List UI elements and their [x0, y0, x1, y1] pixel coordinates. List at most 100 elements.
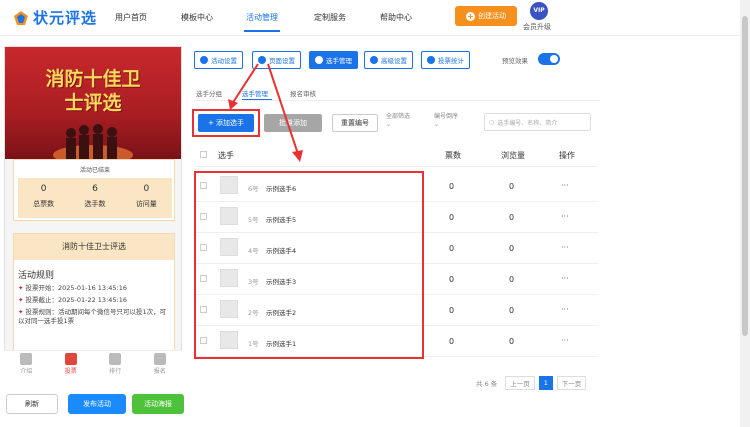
subtab-review[interactable]: 报名审核 [290, 88, 316, 98]
stat-visits: 0 访问量 [121, 178, 172, 218]
candidate-views: 0 [509, 244, 515, 253]
plus-icon: + [466, 11, 475, 21]
tab-intro[interactable]: 介绍 [4, 351, 49, 376]
tab-label: 报名 [153, 368, 166, 375]
publish-button[interactable]: 发布活动 [68, 394, 126, 414]
candidate-management-button[interactable]: 选手管理 [309, 51, 358, 69]
more-icon[interactable]: ··· [561, 181, 569, 190]
add-candidate-button[interactable]: + 添加选手 [198, 114, 254, 132]
reset-number-button[interactable]: 重置编号 [332, 114, 378, 132]
nav-item-templates[interactable]: 模板中心 [181, 12, 213, 23]
search-icon: ○ [489, 118, 495, 126]
nav-item-home[interactable]: 用户首页 [115, 12, 147, 23]
toolbar-label: 选手管理 [326, 57, 352, 65]
stats-row: 0 总票数 6 选手数 0 访问量 [18, 178, 172, 218]
nav-item-custom-service[interactable]: 定制服务 [314, 12, 346, 23]
firefighters-illustration [53, 124, 133, 159]
activity-status: 活动已结束 [79, 167, 110, 174]
next-page-button[interactable]: 下一页 [556, 376, 587, 390]
more-icon[interactable]: ··· [561, 212, 569, 221]
scrollbar-thumb[interactable] [742, 16, 748, 336]
star-icon: ✦ [18, 308, 24, 316]
candidate-votes: 0 [449, 213, 455, 222]
logo[interactable]: 状元评选 [12, 7, 97, 28]
create-activity-button[interactable]: + 创建活动 [455, 6, 517, 26]
banner-title: 消防十佳卫 士评选 [5, 67, 181, 115]
tab-signup[interactable]: 报名 [138, 351, 183, 376]
candidate-views: 0 [509, 213, 515, 222]
advanced-settings-button[interactable]: 高级设置 [364, 51, 413, 69]
intro-icon [20, 353, 33, 365]
filter-dropdown[interactable]: 全部筛选 ⌄ [386, 113, 410, 129]
toolbar-label: 活动设置 [211, 57, 237, 65]
stat-label: 访问量 [135, 200, 157, 208]
preview-label: 预览效果 [502, 57, 528, 65]
tab-vote[interactable]: 投票 [49, 351, 94, 376]
logo-icon [14, 10, 28, 25]
total-count: 共 6 条 [476, 380, 498, 388]
candidate-votes: 0 [449, 337, 455, 346]
stats-card: 活动已结束 0 总票数 6 选手数 0 访问量 [13, 159, 175, 221]
rule-text: 投票截止：2025-01-22 13:45:16 [25, 296, 127, 304]
tab-label: 投票 [64, 368, 77, 375]
stat-value: 0 [40, 184, 47, 194]
activity-title: 消防十佳卫士评选 [14, 234, 174, 260]
vip-upgrade-label[interactable]: 会员升级 [523, 22, 551, 32]
toolbar-label: 投票统计 [438, 57, 464, 65]
batch-add-button[interactable]: 批量添加 [264, 114, 322, 132]
more-icon[interactable]: ··· [561, 274, 569, 283]
pagination: 共 6 条 上一页 1 下一页 [476, 376, 587, 390]
users-icon [315, 56, 323, 64]
subtab-groups[interactable]: 选手分组 [196, 88, 222, 98]
gear-icon [200, 56, 208, 64]
subtab-candidates[interactable]: 选手管理 [242, 88, 268, 98]
more-icon[interactable]: ··· [561, 243, 569, 252]
candidate-list-highlight [194, 171, 424, 359]
tab-ranking[interactable]: 排行 [93, 351, 138, 376]
subtab-active-underline [242, 99, 272, 100]
user-icon [153, 353, 166, 365]
table-header-divider [194, 166, 598, 167]
more-icon[interactable]: ··· [561, 305, 569, 314]
stat-candidates: 6 选手数 [69, 178, 120, 218]
rule-text: 投票开始：2025-01-16 13:45:16 [25, 284, 127, 292]
activity-banner: 消防十佳卫 士评选 [5, 47, 181, 159]
home-icon [64, 353, 77, 365]
vip-icon[interactable]: VIP [530, 2, 548, 20]
banner-title-line2: 士评选 [64, 92, 122, 114]
stat-value: 0 [143, 184, 150, 194]
nav-item-activity-management[interactable]: 活动管理 [246, 12, 278, 23]
gear-icon [258, 56, 266, 64]
rules-title: 活动规则 [18, 271, 55, 281]
banner-title-line1: 消防十佳卫 [45, 68, 141, 90]
preview-toggle[interactable] [538, 53, 560, 65]
candidate-views: 0 [509, 182, 515, 191]
filter-label: 全部筛选 [386, 113, 411, 120]
search-placeholder: 选手编号、名称、简介 [497, 119, 558, 127]
prev-page-button[interactable]: 上一页 [505, 376, 535, 390]
candidate-views: 0 [509, 306, 515, 315]
order-dropdown[interactable]: 编号倒序 ⌄ [434, 113, 458, 129]
chevron-down-icon: ⌄ [434, 121, 440, 128]
toolbar-label: 高级设置 [381, 57, 407, 65]
page-settings-button[interactable]: 页面设置 [252, 51, 301, 69]
nav-item-help[interactable]: 帮助中心 [380, 12, 412, 23]
preview-tabbar: 介绍 投票 排行 报名 [4, 350, 182, 376]
vote-statistics-button[interactable]: 投票统计 [421, 51, 470, 69]
arrow-head [292, 150, 303, 162]
select-all-checkbox[interactable] [200, 151, 207, 158]
page-1-button[interactable]: 1 [538, 376, 553, 390]
more-icon[interactable]: ··· [561, 336, 569, 345]
subtab-divider [194, 100, 600, 101]
sliders-icon [370, 56, 378, 64]
arrow-to-add-button [231, 63, 259, 105]
stat-label: 总票数 [33, 200, 55, 208]
search-input[interactable]: ○ 选手编号、名称、简介 [484, 113, 591, 131]
rule-end: ✦ 投票截止：2025-01-22 13:45:16 [18, 296, 172, 305]
poster-button[interactable]: 活动海报 [132, 394, 184, 414]
bar-chart-icon [427, 56, 435, 64]
candidate-views: 0 [509, 337, 515, 346]
activity-settings-button[interactable]: 活动设置 [194, 51, 243, 69]
tab-label: 排行 [109, 368, 122, 375]
refresh-button[interactable]: 刷新 [6, 394, 58, 414]
